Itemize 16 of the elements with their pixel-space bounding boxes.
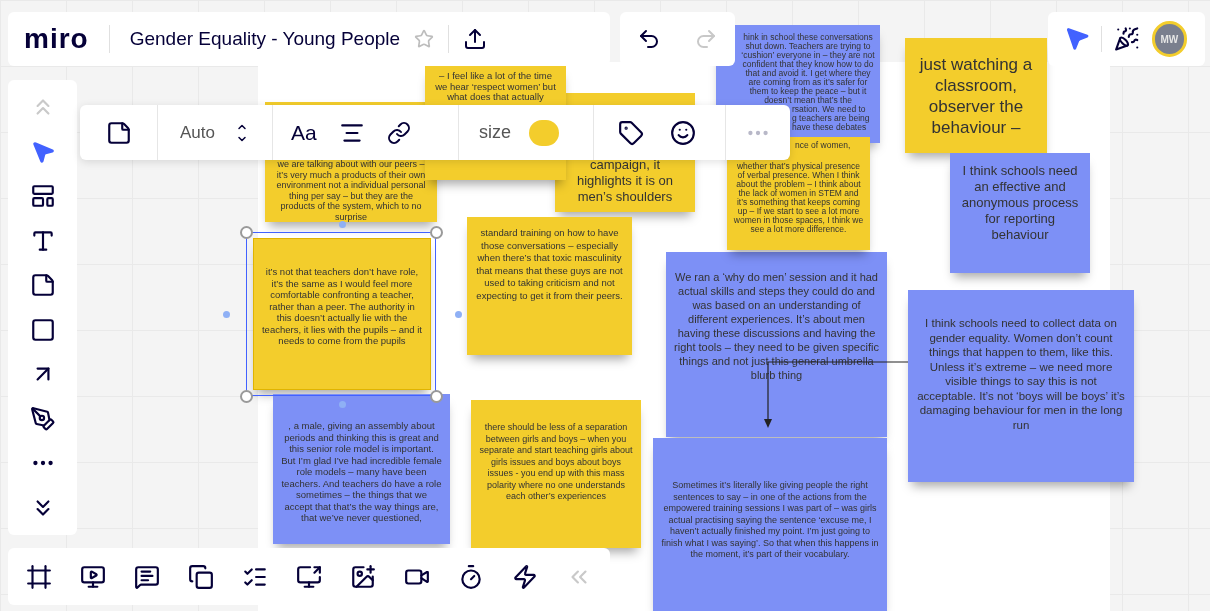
- note-text: standard training on how to have those conversations – especially when there’s that toxic masculinity that means that these guys are not used to taking criticism and not expecting to get it from their peers.: [475, 227, 624, 302]
- note-text: whether that’s physical presence of verbal presence. When I think about the problem – I think about the lack of women in STEM and it’s something that keeps coming up – If we start to see a lot more women in those spaces, I think we see a lot more difference.: [733, 162, 864, 234]
- note-text: just watching a classroom, observer the behaviour –: [918, 54, 1034, 138]
- note-text: – I feel like a lot of the time we hear ‘respect women’ but what does that actually: [434, 71, 557, 103]
- note-text: there should be less of a separation between girls and boys – when you separate and start teaching girls about girls issues and boys about boys issues - you end up with this mass polarity where no one understands each other’s experiences: [479, 422, 633, 503]
- note-text: , a male, giving an assembly about periods and thinking this is great and this senior role model is important. But I’m glad I’ve had incredible female role models – many have been teachers. And teachers do have a role sometimes – the things that we accept that that’s the way things are, that we’ve never questioned,: [281, 420, 442, 524]
- note-text: g teachers are being: [792, 114, 870, 123]
- note-text: Sometimes it’s literally like giving people the right sentences to say – in one of the actions from the empowered training sessions I was part of – was girls actual practising saying the sentence ‘excuse me, I haven’t actually finished my point. I’m just going to finish what I was saying’. So that when this happens in the moment, it’s part of their vocabulary.: [661, 480, 879, 561]
- note-text: campaign, it highlights it is on men’s shoulders: [575, 157, 675, 205]
- note-text: I think schools need an effective and anonymous process for reporting behaviour: [960, 163, 1080, 243]
- note-text: I think schools need to collect data on gender equality. Women don’t count things that happen to them, like this. Unless it’s extreme – we need more visible things to say this is not acceptable. It’s not ‘boys will be boys’ it’s damaging behaviour for men in the long run: [916, 316, 1126, 432]
- note-text: we are talking about with our peers – it’s very much a products of their own environment not a individual personal thing per say – but they are the products of the system, which to no surprise: [275, 159, 427, 222]
- note-text: nce of women,: [794, 141, 851, 150]
- note-text: rsation. We need to: [792, 105, 866, 114]
- note-text: it’s not that teachers don’t have role, it’s the same as I would feel more comfortable confronting a teacher, rather than a peer. The authority in this doesn’t actually lie with the teachers, it lies with the pupils – and it needs to come from the pupils: [261, 266, 423, 347]
- note-text: have these debates: [792, 123, 867, 132]
